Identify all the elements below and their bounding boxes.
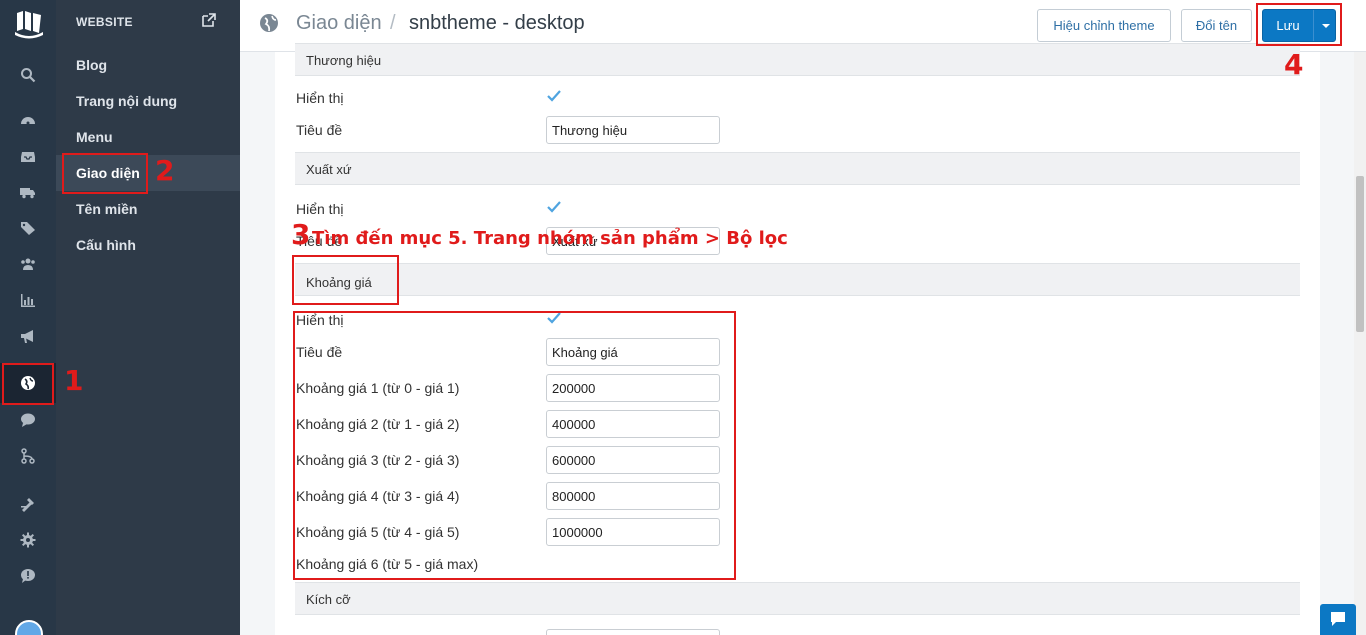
sidebar-item-pages[interactable]: Trang nội dung <box>56 83 240 119</box>
scrollbar-thumb[interactable] <box>1356 176 1364 332</box>
dashboard-icon[interactable] <box>18 110 38 130</box>
external-link-icon[interactable] <box>202 13 216 27</box>
users-icon[interactable] <box>18 254 38 274</box>
sidebar-item-settings[interactable]: Cấu hình <box>56 227 240 263</box>
annotation-box-2 <box>62 153 148 194</box>
annotation-box-3-fields <box>293 311 736 580</box>
brand-title-input[interactable] <box>546 116 720 144</box>
annotation-number-4: 4 <box>1284 48 1304 81</box>
page-title: snbtheme - desktop <box>409 12 585 34</box>
chat-icon <box>1331 612 1345 626</box>
haravan-logo-icon[interactable] <box>13 7 45 39</box>
globe-icon <box>260 14 278 32</box>
annotation-box-4 <box>1256 3 1342 46</box>
inbox-icon[interactable] <box>18 146 38 166</box>
sidebar-item-blog[interactable]: Blog <box>56 47 240 83</box>
page-scrollbar[interactable] <box>1354 52 1366 635</box>
brand-title-label: Tiêu đề <box>296 122 343 138</box>
section-size-title: Kích cỡ <box>306 592 351 607</box>
live-chat-button[interactable] <box>1320 604 1356 635</box>
annotation-number-3: 3 <box>291 218 311 251</box>
sidebar-item-domains[interactable]: Tên miền <box>56 191 240 227</box>
sidebar-header: WEBSITE <box>76 15 133 29</box>
avatar[interactable] <box>15 620 43 635</box>
rename-button[interactable]: Đổi tên <box>1181 9 1252 42</box>
section-price-range-header[interactable]: Khoảng giá <box>295 263 1300 296</box>
megaphone-icon[interactable] <box>18 326 38 346</box>
brand-show-checkbox[interactable] <box>546 88 562 104</box>
icon-rail <box>0 0 56 635</box>
origin-show-checkbox[interactable] <box>546 199 562 215</box>
annotation-instruction: Tìm đến mục 5. Trang nhóm sản phẩm > Bộ … <box>312 228 788 249</box>
tools-icon[interactable] <box>18 494 38 514</box>
gear-icon[interactable] <box>18 530 38 550</box>
sidebar-item-menu[interactable]: Menu <box>56 119 240 155</box>
annotation-box-1 <box>2 363 54 405</box>
truck-icon[interactable] <box>18 182 38 202</box>
branch-icon[interactable] <box>18 446 38 466</box>
section-brand-header[interactable]: Thương hiệu <box>295 43 1300 76</box>
search-icon[interactable] <box>18 65 38 85</box>
section-origin-title: Xuất xứ <box>306 162 352 177</box>
annotation-number-2: 2 <box>155 154 175 187</box>
origin-show-label: Hiển thị <box>296 201 344 217</box>
annotation-number-1: 1 <box>64 364 84 397</box>
bar-chart-icon[interactable] <box>18 290 38 310</box>
size-title-input[interactable] <box>546 629 720 635</box>
edit-theme-button[interactable]: Hiệu chỉnh theme <box>1037 9 1171 42</box>
tag-icon[interactable] <box>18 218 38 238</box>
section-size-header[interactable]: Kích cỡ <box>295 582 1300 615</box>
alert-bubble-icon[interactable] <box>18 566 38 586</box>
section-origin-header[interactable]: Xuất xứ <box>295 152 1300 185</box>
breadcrumb[interactable]: Giao diện <box>296 12 382 35</box>
breadcrumb-separator: / <box>390 12 396 34</box>
chat-bubble-icon[interactable] <box>18 410 38 430</box>
section-brand-title: Thương hiệu <box>306 53 382 68</box>
annotation-box-3-header <box>292 255 399 305</box>
brand-show-label: Hiển thị <box>296 90 344 106</box>
website-sidebar: WEBSITE Blog Trang nội dung Menu Giao di… <box>56 0 240 635</box>
